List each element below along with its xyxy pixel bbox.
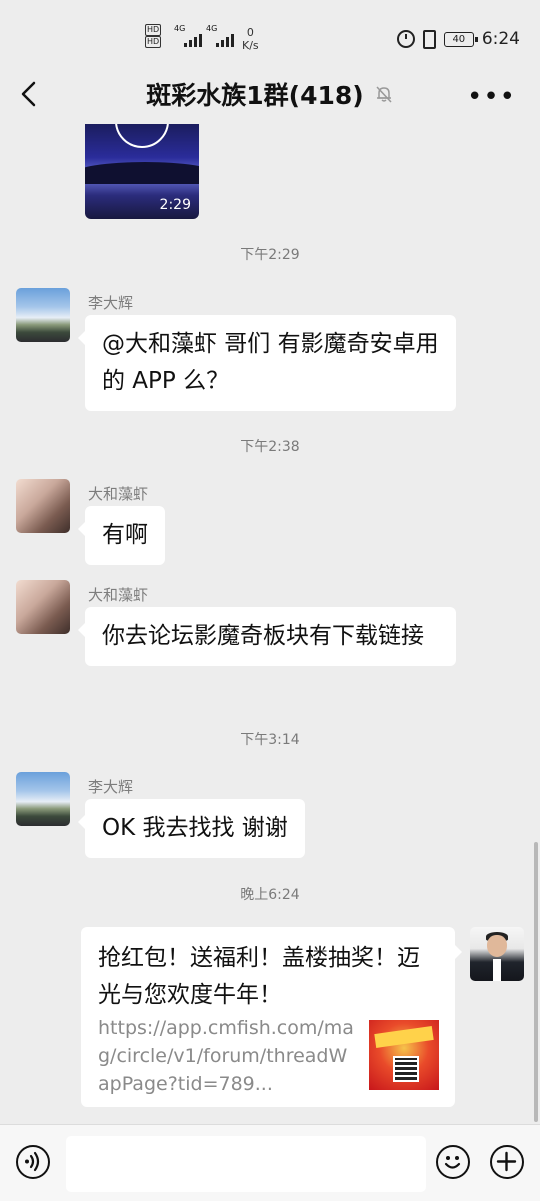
hd-badge: HD [145,24,162,36]
alarm-icon [396,30,415,48]
play-icon [115,124,169,148]
link-card-url: https://app.cmfish.com/mag/circle/v1/for… [98,1017,354,1095]
signal-icon [216,34,234,47]
more-icon[interactable]: ••• [467,82,516,112]
emoji-button[interactable] [436,1145,470,1179]
scrollbar[interactable] [534,842,538,1122]
message-list[interactable]: 2:29 下午2:29 李大辉 @大和藻虾 哥们 有影魔奇安卓用的 APP 么？… [0,124,540,1124]
status-right: 40 6:24 [396,29,520,49]
network-indicators: HD HD [145,24,163,48]
more-actions-button[interactable] [490,1145,524,1179]
avatar[interactable] [16,580,70,634]
link-card[interactable]: 抢红包！送福利！盖楼抽奖！迈光与您欢度牛年！ https://app.cmfis… [81,927,462,1107]
sender-name: 大和藻虾 [88,586,149,604]
message-bubble[interactable]: 有啊 [78,506,165,565]
message-input[interactable] [66,1136,426,1192]
timestamp: 下午3:14 [240,732,300,748]
voice-button[interactable] [16,1145,50,1179]
avatar[interactable] [16,479,70,533]
net-label: 4G [206,24,218,33]
video-duration: 2:29 [159,197,191,213]
input-bar [0,1124,540,1201]
thumb-banner [374,1026,434,1048]
timestamp: 下午2:38 [240,439,300,455]
clock: 6:24 [481,29,520,49]
link-card-thumbnail [369,1020,439,1090]
sender-name: 李大辉 [88,778,134,796]
vibrate-icon [422,29,436,49]
chat-title-wrap: 斑彩水族1群(418) [0,76,540,112]
plus-icon [496,1151,517,1172]
message-bubble[interactable]: @大和藻虾 哥们 有影魔奇安卓用的 APP 么？ [78,315,456,411]
message-bubble[interactable]: 你去论坛影魔奇板块有下载链接 [78,607,456,666]
qr-code-icon [393,1056,419,1082]
signal-icon [184,34,202,47]
sender-name: 大和藻虾 [88,485,149,503]
timestamp: 晚上6:24 [240,887,300,903]
net-speed-unit: K/s [242,39,259,52]
hd-badge: HD [145,36,162,48]
sender-name: 李大辉 [88,294,134,312]
link-card-title: 抢红包！送福利！盖楼抽奖！迈光与您欢度牛年！ [98,945,420,1008]
battery-icon: 40 [443,31,478,47]
avatar[interactable] [470,927,524,981]
bell-off-icon [376,86,392,103]
timestamp: 下午2:29 [240,247,300,263]
net-label: 4G [174,24,186,33]
net-speed-value: 0 [246,26,254,39]
emoji-icon [444,1156,461,1169]
net-speed: 0 K/s [242,26,259,52]
avatar-face [487,935,507,957]
avatar-shirt [493,959,501,981]
video-message[interactable]: 2:29 [85,124,199,219]
voice-icon [25,1151,40,1172]
avatar[interactable] [16,772,70,826]
avatar[interactable] [16,288,70,342]
page-title: 斑彩水族1群(418) [146,81,364,110]
chat-header: 斑彩水族1群(418) ••• [0,62,540,124]
message-bubble[interactable]: OK 我去找找 谢谢 [78,799,305,858]
video-scene [85,162,199,184]
